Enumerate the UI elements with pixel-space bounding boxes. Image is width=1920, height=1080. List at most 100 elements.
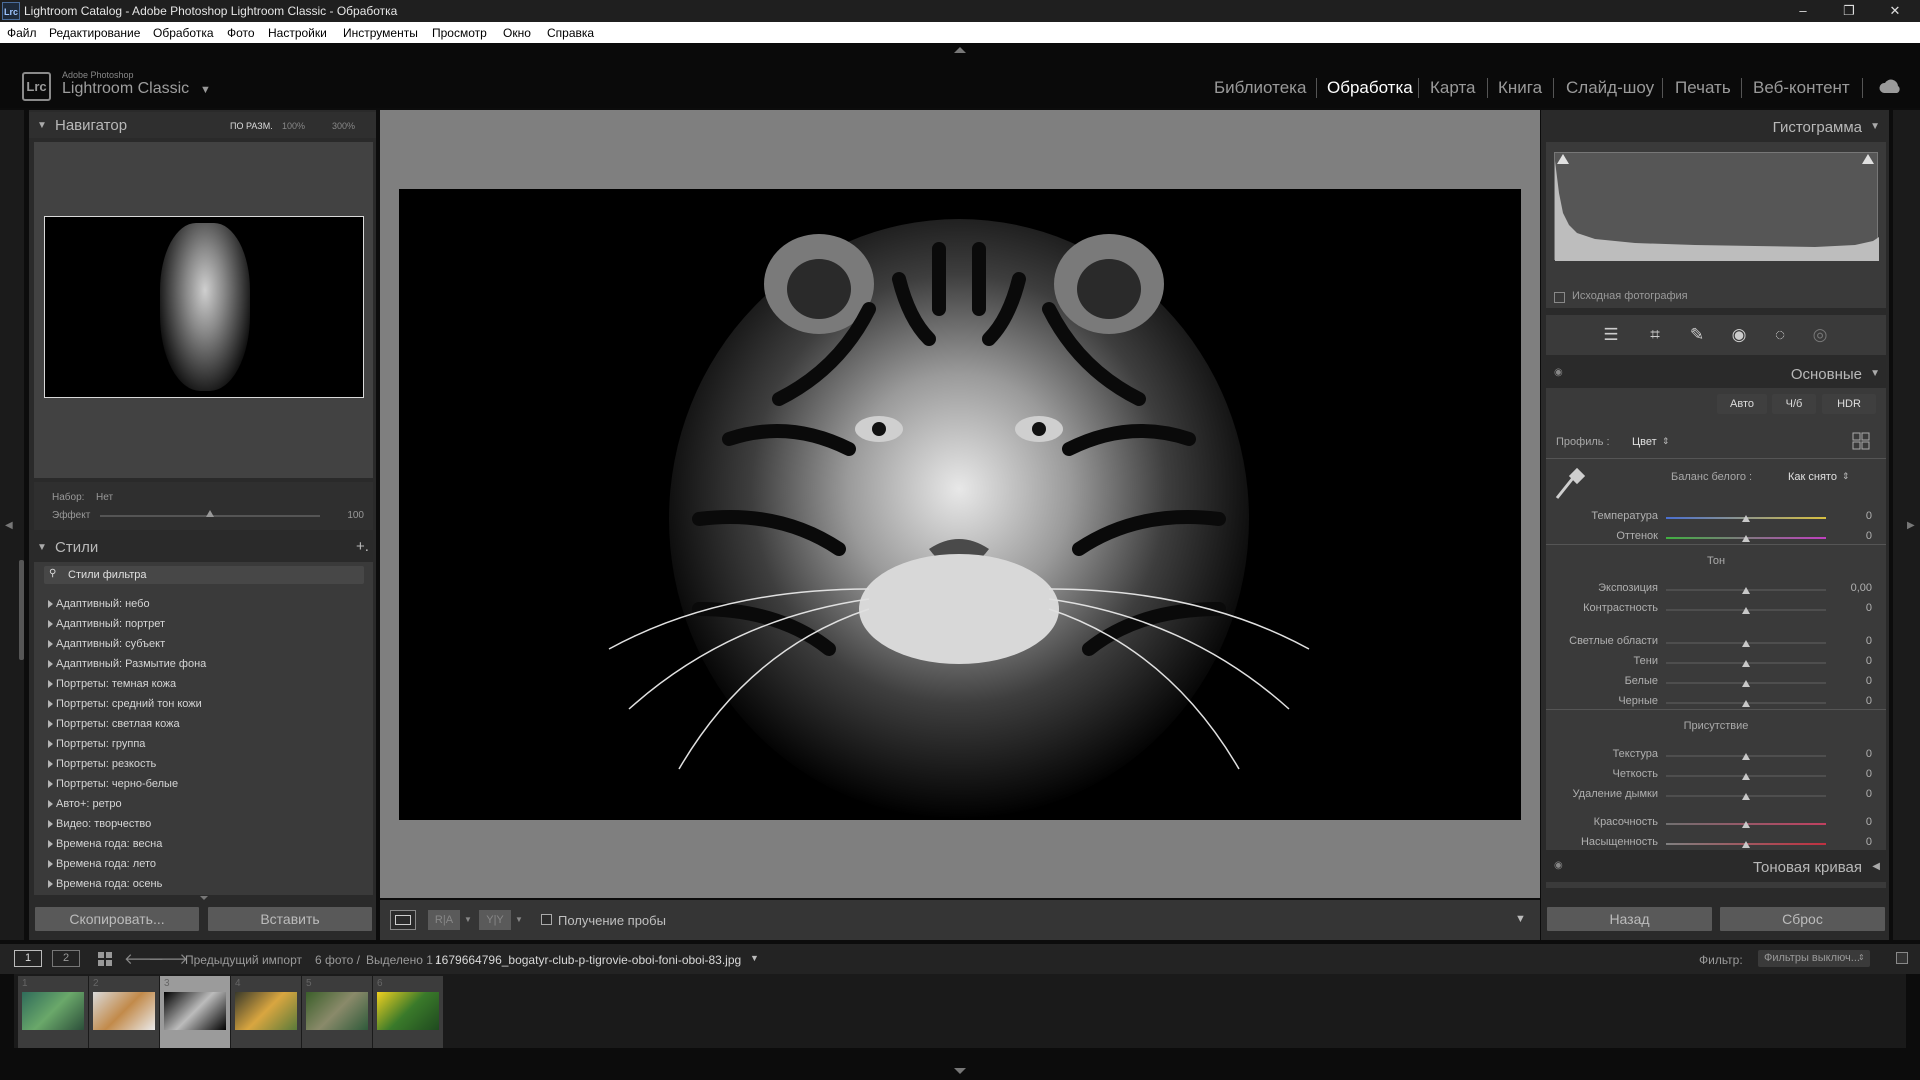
wb-dropdown-icon[interactable]: ⇕ <box>1842 471 1850 482</box>
filmstrip-cell[interactable]: 3 <box>160 976 230 1048</box>
module-library[interactable]: Библиотека <box>1214 78 1306 98</box>
filmstrip-thumbnail[interactable] <box>235 992 297 1030</box>
style-item[interactable]: Адаптивный: Размытие фона <box>48 658 206 670</box>
slider-value[interactable]: 0 <box>1832 675 1872 687</box>
before-after-view-button[interactable]: R|A <box>428 910 460 930</box>
file-name-dropdown-icon[interactable]: ▼ <box>750 953 759 963</box>
add-style-icon[interactable]: +. <box>356 538 369 555</box>
menu-file[interactable]: Файл <box>7 26 37 40</box>
slider-thumb[interactable] <box>1742 640 1750 647</box>
style-item[interactable]: Портреты: средний тон кожи <box>48 698 202 710</box>
style-item[interactable]: Адаптивный: субъект <box>48 638 165 650</box>
module-print[interactable]: Печать <box>1675 78 1731 98</box>
close-button[interactable]: ✕ <box>1872 0 1918 22</box>
cloud-sync-icon[interactable] <box>1878 78 1902 96</box>
module-map[interactable]: Карта <box>1430 78 1476 98</box>
slider-thumb[interactable] <box>1742 660 1750 667</box>
slider-thumb[interactable] <box>1742 821 1750 828</box>
slider-value[interactable]: 0 <box>1832 788 1872 800</box>
zoom-300[interactable]: 300% <box>332 121 355 131</box>
crop-icon[interactable]: ⌗ <box>1645 325 1665 345</box>
view-dropdown-icon[interactable]: ▼ <box>464 915 472 924</box>
eyedropper-icon[interactable] <box>1553 466 1586 502</box>
wb-select[interactable]: Как снято <box>1788 471 1837 483</box>
effect-slider-thumb[interactable] <box>206 510 214 517</box>
module-book[interactable]: Книга <box>1498 78 1542 98</box>
zoom-fit[interactable]: ПО РАЗМ. <box>230 121 273 131</box>
slider-value[interactable]: 0 <box>1832 836 1872 848</box>
slider-thumb[interactable] <box>1742 680 1750 687</box>
tone-curve-header[interactable]: ◉ Тоновая кривая ◀ <box>1546 853 1886 881</box>
mask-icon[interactable]: ◌ <box>1770 325 1790 345</box>
filmstrip-thumbnail[interactable] <box>306 992 368 1030</box>
slider-thumb[interactable] <box>1742 753 1750 760</box>
slider-thumb[interactable] <box>1742 587 1750 594</box>
heal-icon[interactable]: ✎ <box>1687 325 1707 345</box>
slider-thumb[interactable] <box>1742 607 1750 614</box>
copy-settings-button[interactable]: Скопировать... <box>34 906 200 932</box>
slider-thumb[interactable] <box>1742 515 1750 522</box>
slider-value[interactable]: 0 <box>1832 768 1872 780</box>
slider-value[interactable]: 0,00 <box>1832 582 1872 594</box>
filmstrip-cell[interactable]: 4 <box>231 976 301 1048</box>
left-panel-toggle-icon[interactable]: ◀ <box>5 520 13 531</box>
filmstrip-source[interactable]: Предыдущий импорт <box>185 953 302 967</box>
menu-view[interactable]: Просмотр <box>432 26 487 40</box>
slider-value[interactable]: 0 <box>1832 602 1872 614</box>
filter-lock-icon[interactable] <box>1896 952 1908 964</box>
paste-settings-button[interactable]: Вставить <box>207 906 373 932</box>
back-button[interactable]: Назад <box>1546 906 1713 932</box>
style-item[interactable]: Времена года: весна <box>48 838 162 850</box>
top-panel-toggle-icon[interactable] <box>954 47 966 53</box>
filmstrip-cell[interactable]: 1 <box>18 976 88 1048</box>
slider-value[interactable]: 0 <box>1832 530 1872 542</box>
filmstrip-thumbnail[interactable] <box>377 992 439 1030</box>
slider-value[interactable]: 0 <box>1832 816 1872 828</box>
profile-dropdown-icon[interactable]: ⇕ <box>1662 436 1670 447</box>
histogram-graph[interactable] <box>1554 152 1879 261</box>
style-item[interactable]: Портреты: черно-белые <box>48 778 178 790</box>
filmstrip-cell[interactable]: 6 <box>373 976 443 1048</box>
menu-photo[interactable]: Фото <box>227 26 255 40</box>
style-item[interactable]: Адаптивный: портрет <box>48 618 165 630</box>
visibility-eye-icon[interactable]: ◉ <box>1554 860 1563 871</box>
slider-value[interactable]: 0 <box>1832 655 1872 667</box>
zoom-100[interactable]: 100% <box>282 121 305 131</box>
collapse-icon[interactable]: ▼ <box>37 542 47 553</box>
filmstrip-cell[interactable]: 5 <box>302 976 372 1048</box>
bottom-panel-toggle-icon[interactable] <box>954 1068 966 1074</box>
grid-view-icon[interactable] <box>98 952 112 966</box>
filmstrip-cell[interactable]: 2 <box>89 976 159 1048</box>
file-name[interactable]: 1679664796_bogatyr-club-p-tigrovie-oboi-… <box>435 953 741 967</box>
filmstrip-thumbnail[interactable] <box>22 992 84 1030</box>
style-item[interactable]: Авто+: ретро <box>48 798 122 810</box>
profile-browser-icon[interactable] <box>1852 432 1870 450</box>
bw-button[interactable]: Ч/б <box>1772 394 1816 414</box>
swap-view-button[interactable]: Y|Y <box>479 910 511 930</box>
navigator-header[interactable]: ▼ Навигатор ПО РАЗМ. 100% 300% <box>29 112 376 138</box>
style-item[interactable]: Времена года: лето <box>48 858 156 870</box>
menu-window[interactable]: Окно <box>503 26 531 40</box>
filmstrip-thumbnail[interactable] <box>93 992 155 1030</box>
filter-dropdown-icon[interactable]: ⇕ <box>1858 953 1865 962</box>
menu-help[interactable]: Справка <box>547 26 594 40</box>
navigator-thumbnail[interactable] <box>44 216 364 398</box>
style-item[interactable]: Портреты: светлая кожа <box>48 718 180 730</box>
style-item[interactable]: Портреты: резкость <box>48 758 156 770</box>
style-item[interactable]: Адаптивный: небо <box>48 598 150 610</box>
collapse-icon[interactable]: ▼ <box>1870 121 1880 132</box>
menu-settings[interactable]: Настройки <box>268 26 327 40</box>
sliders-icon[interactable]: ☰ <box>1601 325 1621 345</box>
slider-value[interactable]: 0 <box>1832 748 1872 760</box>
slider-thumb[interactable] <box>1742 793 1750 800</box>
slider-thumb[interactable] <box>1742 535 1750 542</box>
maximize-button[interactable]: ❐ <box>1826 0 1872 22</box>
filter-select[interactable]: Фильтры выключ... ⇕ <box>1758 950 1870 967</box>
forward-arrow-icon[interactable]: 🡒 <box>148 949 188 968</box>
reset-button[interactable]: Сброс <box>1719 906 1886 932</box>
basic-header[interactable]: ◉ Основные ▼ <box>1546 360 1886 388</box>
slider-thumb[interactable] <box>1742 700 1750 707</box>
style-item[interactable]: Времена года: осень <box>48 878 162 890</box>
loupe-view-button[interactable] <box>390 910 416 930</box>
style-item[interactable]: Портреты: темная кожа <box>48 678 176 690</box>
